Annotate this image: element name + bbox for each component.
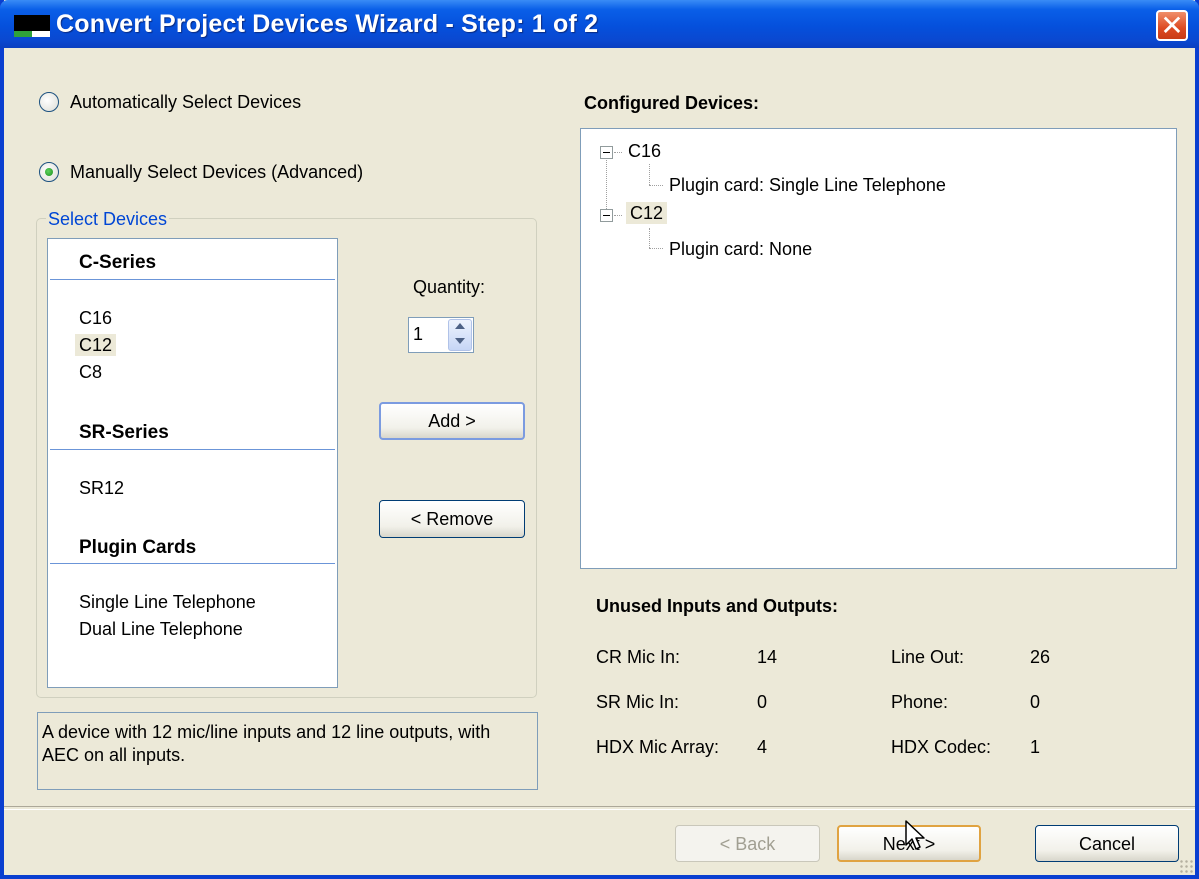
configured-devices-heading: Configured Devices:	[584, 93, 760, 113]
auto-select-label[interactable]: Automatically Select Devices	[70, 91, 301, 113]
close-button[interactable]: ✕	[1156, 9, 1188, 42]
quantity-value[interactable]: 1	[413, 323, 423, 345]
back-button[interactable]: < Back	[675, 825, 820, 862]
manual-select-label[interactable]: Manually Select Devices (Advanced)	[70, 161, 363, 183]
sr-mic-in-value: 0	[757, 692, 768, 712]
auto-select-radio[interactable]	[39, 92, 59, 112]
tree-connector	[649, 228, 650, 248]
header-divider	[50, 563, 335, 564]
tree-connector	[649, 185, 663, 186]
cr-mic-in-value: 14	[757, 647, 778, 667]
list-item-c12[interactable]: C12	[75, 334, 117, 356]
line-out-label: Line Out:	[891, 647, 965, 667]
cancel-button[interactable]: Cancel	[1035, 825, 1179, 862]
header-divider	[50, 449, 335, 450]
list-header-plugin-cards: Plugin Cards	[79, 537, 197, 558]
mouse-cursor-icon	[905, 820, 925, 850]
quantity-label: Quantity:	[413, 277, 486, 297]
hdx-codec-label: HDX Codec:	[891, 737, 992, 757]
unused-io-heading: Unused Inputs and Outputs:	[596, 596, 838, 616]
list-item-c8[interactable]: C8	[79, 361, 102, 383]
list-item-single-line-telephone[interactable]: Single Line Telephone	[79, 591, 256, 613]
add-button[interactable]: Add >	[379, 402, 525, 440]
list-item-sr12[interactable]: SR12	[79, 477, 124, 499]
collapse-icon[interactable]	[600, 146, 613, 159]
manual-select-radio[interactable]	[39, 162, 59, 182]
phone-value: 0	[1030, 692, 1041, 712]
device-description-text: A device with 12 mic/line inputs and 12 …	[42, 722, 491, 765]
device-description-box: A device with 12 mic/line inputs and 12 …	[37, 712, 538, 790]
spin-up-icon[interactable]	[455, 323, 465, 329]
header-divider	[50, 279, 335, 280]
select-devices-legend: Select Devices	[46, 208, 170, 230]
tree-node-c12[interactable]: C12	[626, 202, 668, 224]
tree-node-c16[interactable]: C16	[628, 140, 661, 162]
hdx-mic-array-label: HDX Mic Array:	[596, 737, 720, 757]
line-out-value: 26	[1030, 647, 1051, 667]
list-item-dual-line-telephone[interactable]: Dual Line Telephone	[79, 618, 243, 640]
hdx-mic-array-value: 4	[757, 737, 768, 757]
tree-connector	[649, 164, 650, 185]
sr-mic-in-label: SR Mic In:	[596, 692, 680, 712]
window-title: Convert Project Devices Wizard - Step: 1…	[56, 10, 599, 38]
tree-connector	[649, 248, 663, 249]
tree-connector	[614, 152, 622, 153]
list-item-c16[interactable]: C16	[79, 307, 112, 329]
title-bar[interactable]: Convert Project Devices Wizard - Step: 1…	[0, 0, 1199, 48]
radio-selected-dot	[45, 168, 53, 176]
resize-grip-icon[interactable]	[1179, 859, 1193, 873]
hdx-codec-value: 1	[1030, 737, 1041, 757]
footer-separator	[4, 806, 1195, 810]
tree-connector	[614, 215, 622, 216]
app-icon	[14, 15, 50, 37]
close-icon: ✕	[1160, 9, 1184, 42]
collapse-icon[interactable]	[600, 209, 613, 222]
tree-node-c16-plugin[interactable]: Plugin card: Single Line Telephone	[669, 174, 946, 196]
list-header-sr-series: SR-Series	[79, 422, 169, 443]
quantity-spin-buttons[interactable]	[448, 319, 472, 351]
tree-node-c12-plugin[interactable]: Plugin card: None	[669, 238, 812, 260]
spin-down-icon[interactable]	[455, 338, 465, 344]
list-header-c-series: C-Series	[79, 252, 157, 273]
wizard-window: Convert Project Devices Wizard - Step: 1…	[0, 0, 1199, 879]
phone-label: Phone:	[891, 692, 949, 712]
cr-mic-in-label: CR Mic In:	[596, 647, 681, 667]
remove-button[interactable]: < Remove	[379, 500, 525, 538]
